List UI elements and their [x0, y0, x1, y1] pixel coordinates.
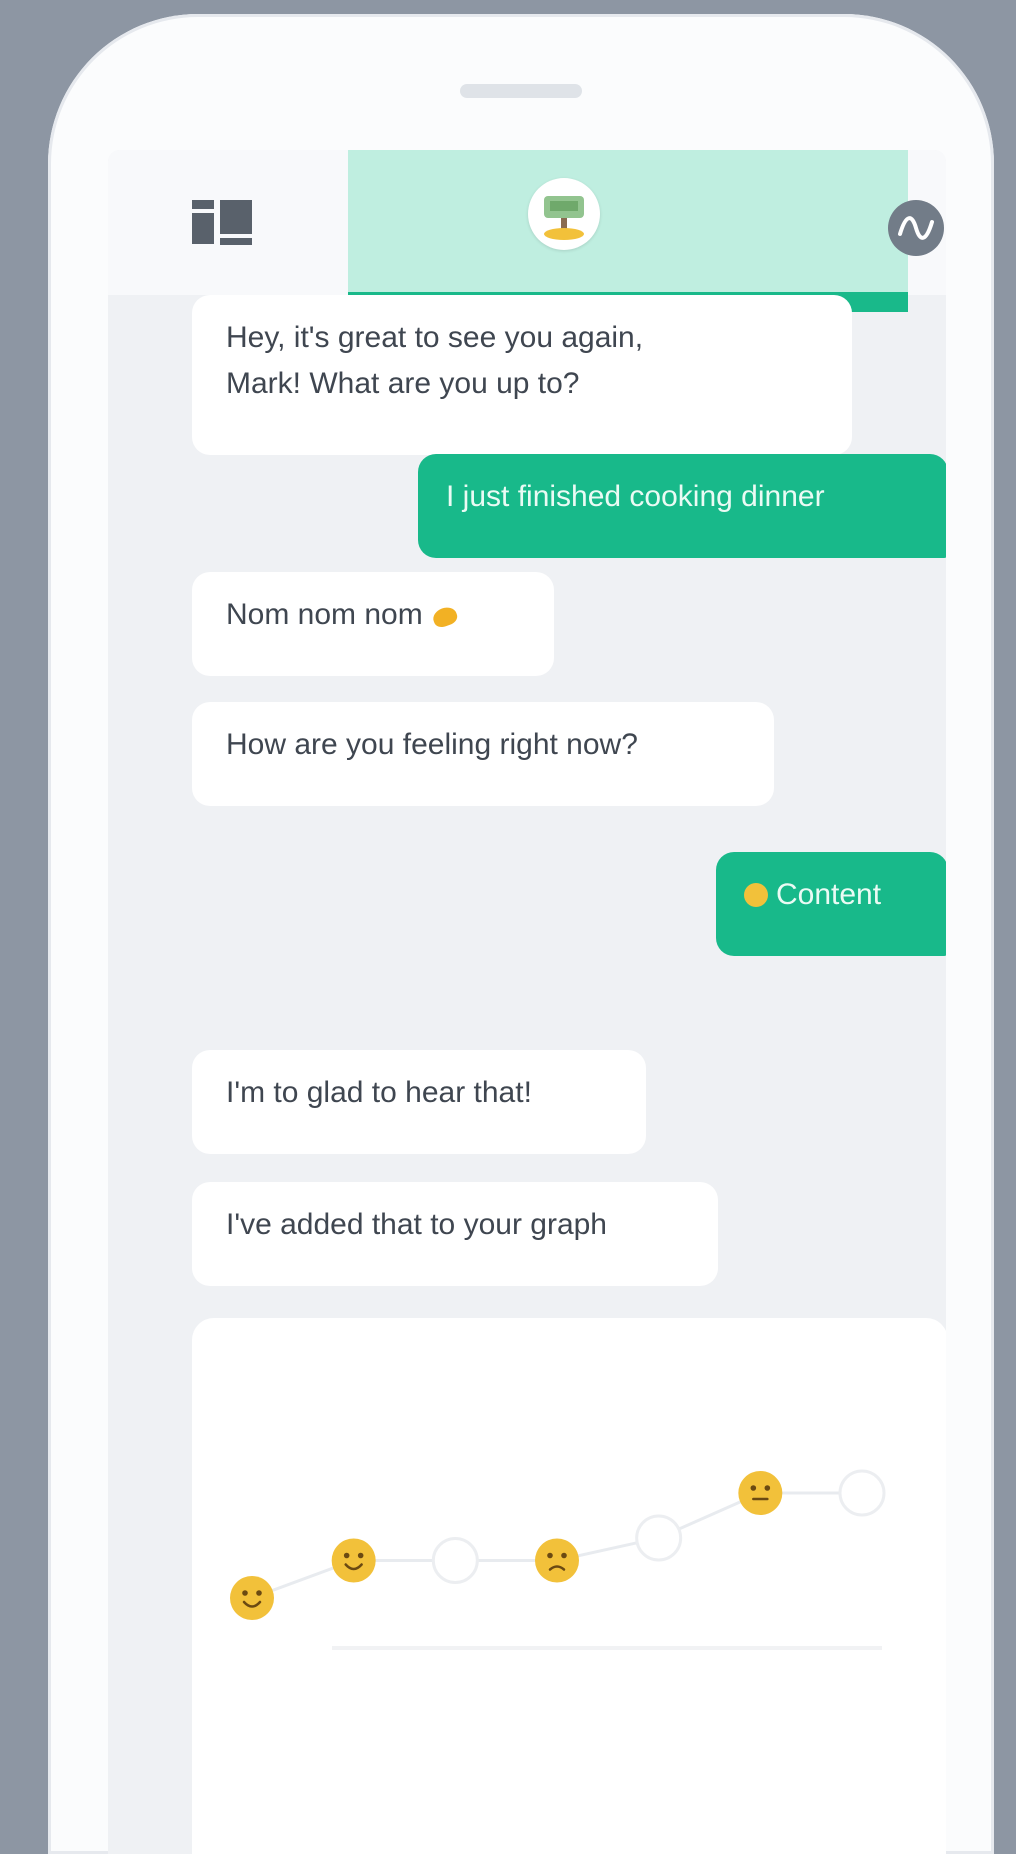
content-emoji-icon: [744, 883, 768, 907]
app-screen: Hey, it's great to see you again, Mark! …: [108, 150, 946, 1854]
message-line: Mark! What are you up to?: [226, 367, 580, 400]
mood-point-empty: [635, 1514, 683, 1562]
message-text: I just finished cooking dinner: [446, 480, 825, 513]
food-emoji-icon: [430, 604, 460, 630]
mood-point-smiling: [331, 1538, 376, 1583]
mood-point-worried: [535, 1538, 579, 1583]
mood-graph-card: [192, 1318, 946, 1854]
tab-chat[interactable]: [348, 150, 908, 312]
message-text: I'm to glad to hear that!: [226, 1076, 532, 1109]
mood-point-smiling: [230, 1576, 274, 1620]
mood-graph-icon[interactable]: [888, 200, 944, 256]
mood-point-content: [738, 1471, 783, 1515]
message-text: Nom nom nom: [226, 598, 423, 631]
mood-point-empty: [431, 1537, 479, 1584]
bot-message: Hey, it's great to see you again, Mark! …: [192, 295, 852, 455]
mood-graph: [230, 1469, 886, 1650]
chat-avatar-icon: [528, 178, 600, 250]
bot-message: I've added that to your graph: [192, 1182, 718, 1286]
user-message: Content: [716, 852, 946, 956]
mood-point-empty: [838, 1469, 886, 1517]
message-text: Content: [776, 878, 882, 911]
menu-grid-icon[interactable]: [188, 192, 258, 262]
bot-message: Nom nom nom: [192, 572, 554, 676]
message-text: I've added that to your graph: [226, 1208, 607, 1241]
user-message: I just finished cooking dinner: [418, 454, 946, 558]
phone-frame: Hey, it's great to see you again, Mark! …: [48, 14, 994, 1854]
bot-message: I'm to glad to hear that!: [192, 1050, 646, 1154]
message-line: Hey, it's great to see you again,: [226, 321, 644, 354]
message-text: How are you feeling right now?: [226, 728, 638, 761]
bot-message: How are you feeling right now?: [192, 702, 774, 806]
phone-speaker: [460, 84, 582, 98]
